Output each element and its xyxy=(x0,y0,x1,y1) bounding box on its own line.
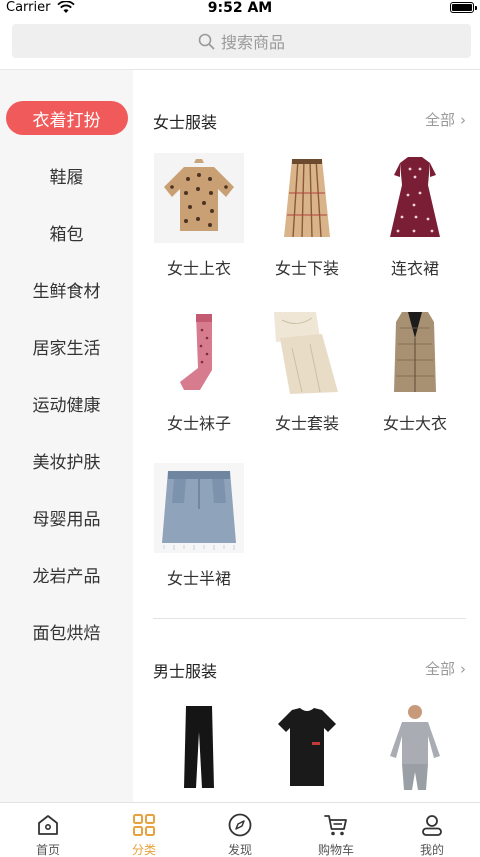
coat-image xyxy=(370,308,460,398)
tab-discover[interactable]: 发现 xyxy=(192,803,288,857)
battery-icon xyxy=(450,2,477,13)
sidebar-item-shoes[interactable]: 鞋履 xyxy=(0,155,133,195)
product-category-tile[interactable]: 女士下装 xyxy=(251,153,363,279)
sidebar-item-label: 衣着打扮 xyxy=(5,101,128,135)
sidebar-item-label: 箱包 xyxy=(49,224,84,245)
product-category-name: 女士袜子 xyxy=(166,414,231,433)
tab-profile[interactable]: 我的 xyxy=(384,803,480,857)
product-category-tile[interactable] xyxy=(143,702,255,792)
tab-category[interactable]: 分类 xyxy=(96,803,192,857)
dress-image xyxy=(370,153,460,243)
status-bar: Carrier 9:52 AM xyxy=(0,0,480,18)
product-category-tile[interactable] xyxy=(251,702,363,792)
view-all-label: 全部 xyxy=(424,111,455,129)
category-sidebar: 衣着打扮 鞋履 箱包 生鲜食材 居家生活 运动健康 美妆护肤 母婴用品 龙岩产品… xyxy=(0,70,133,802)
view-all-men-link[interactable]: 全部 › xyxy=(425,658,466,679)
profile-icon xyxy=(422,815,442,836)
blouse-image xyxy=(154,153,244,243)
product-category-tile[interactable]: 女士套装 xyxy=(251,308,363,434)
skirt-image xyxy=(262,153,352,243)
sidebar-item-bakery[interactable]: 面包烘焙 xyxy=(0,611,133,651)
compass-icon xyxy=(228,813,252,837)
pants-image xyxy=(154,702,244,792)
tab-label: 首页 xyxy=(35,843,60,857)
sidebar-item-sports-health[interactable]: 运动健康 xyxy=(0,383,133,423)
search-placeholder: 搜索商品 xyxy=(220,33,285,52)
product-category-name: 女士半裙 xyxy=(166,569,231,588)
tab-label: 我的 xyxy=(419,843,444,857)
suit-set-image xyxy=(262,308,352,398)
product-category-name: 女士上衣 xyxy=(166,259,231,278)
home-icon xyxy=(38,815,58,835)
product-category-name: 女士套装 xyxy=(274,414,339,433)
search-bar[interactable]: 搜索商品 xyxy=(12,24,471,58)
product-category-tile[interactable]: 女士大衣 xyxy=(359,308,471,434)
sidebar-item-bags[interactable]: 箱包 xyxy=(0,212,133,252)
sidebar-item-beauty[interactable]: 美妆护肤 xyxy=(0,440,133,480)
sidebar-item-label: 运动健康 xyxy=(32,395,101,416)
chevron-right-icon: › xyxy=(460,659,466,678)
section-divider xyxy=(153,618,466,619)
sidebar-item-label: 居家生活 xyxy=(32,338,101,359)
tshirt-image xyxy=(262,702,352,792)
section-title-women: 女士服装 xyxy=(153,113,218,132)
chevron-right-icon: › xyxy=(460,110,466,129)
sidebar-item-label: 美妆护肤 xyxy=(32,452,101,473)
category-icon xyxy=(133,814,155,836)
view-all-women-link[interactable]: 全部 › xyxy=(425,109,466,130)
category-content: 女士服装 全部 › 女士上衣 女士下装 连衣裙 女士袜子 女士套装 女士大衣 女… xyxy=(133,70,480,802)
thermal-set-image xyxy=(370,702,460,792)
tab-label: 分类 xyxy=(131,843,156,857)
sidebar-item-label: 面包烘焙 xyxy=(32,623,101,644)
sidebar-item-clothing[interactable]: 衣着打扮 xyxy=(0,98,133,138)
product-category-tile[interactable]: 女士上衣 xyxy=(143,153,255,279)
search-icon xyxy=(198,33,215,49)
view-all-label: 全部 xyxy=(424,660,455,678)
sidebar-item-baby[interactable]: 母婴用品 xyxy=(0,497,133,537)
tab-label: 发现 xyxy=(227,843,252,857)
tab-cart[interactable]: 购物车 xyxy=(288,803,384,857)
sidebar-item-label: 生鲜食材 xyxy=(32,281,101,302)
product-category-tile[interactable]: 女士半裙 xyxy=(143,463,255,589)
denim-skirt-image xyxy=(154,463,244,553)
tab-label: 购物车 xyxy=(317,843,354,857)
product-category-tile[interactable]: 连衣裙 xyxy=(359,153,471,279)
sidebar-item-label: 龙岩产品 xyxy=(32,566,101,587)
product-category-tile[interactable]: 女士袜子 xyxy=(143,308,255,434)
status-time: 9:52 AM xyxy=(207,0,273,16)
product-category-tile[interactable] xyxy=(359,702,471,792)
product-category-name: 女士下装 xyxy=(274,259,339,278)
sidebar-item-longyan[interactable]: 龙岩产品 xyxy=(0,554,133,594)
tab-bar: 首页 分类 发现 购物车 我的 xyxy=(0,802,480,857)
sidebar-item-fresh-food[interactable]: 生鲜食材 xyxy=(0,269,133,309)
product-category-name: 女士大衣 xyxy=(382,414,447,433)
sock-image xyxy=(154,308,244,398)
tab-home[interactable]: 首页 xyxy=(0,803,96,857)
product-category-name: 连衣裙 xyxy=(390,259,439,278)
sidebar-item-label: 母婴用品 xyxy=(32,509,101,530)
sidebar-item-home-living[interactable]: 居家生活 xyxy=(0,326,133,366)
cart-icon xyxy=(324,815,347,836)
sidebar-item-label: 鞋履 xyxy=(49,167,84,188)
section-title-men: 男士服装 xyxy=(153,662,218,681)
